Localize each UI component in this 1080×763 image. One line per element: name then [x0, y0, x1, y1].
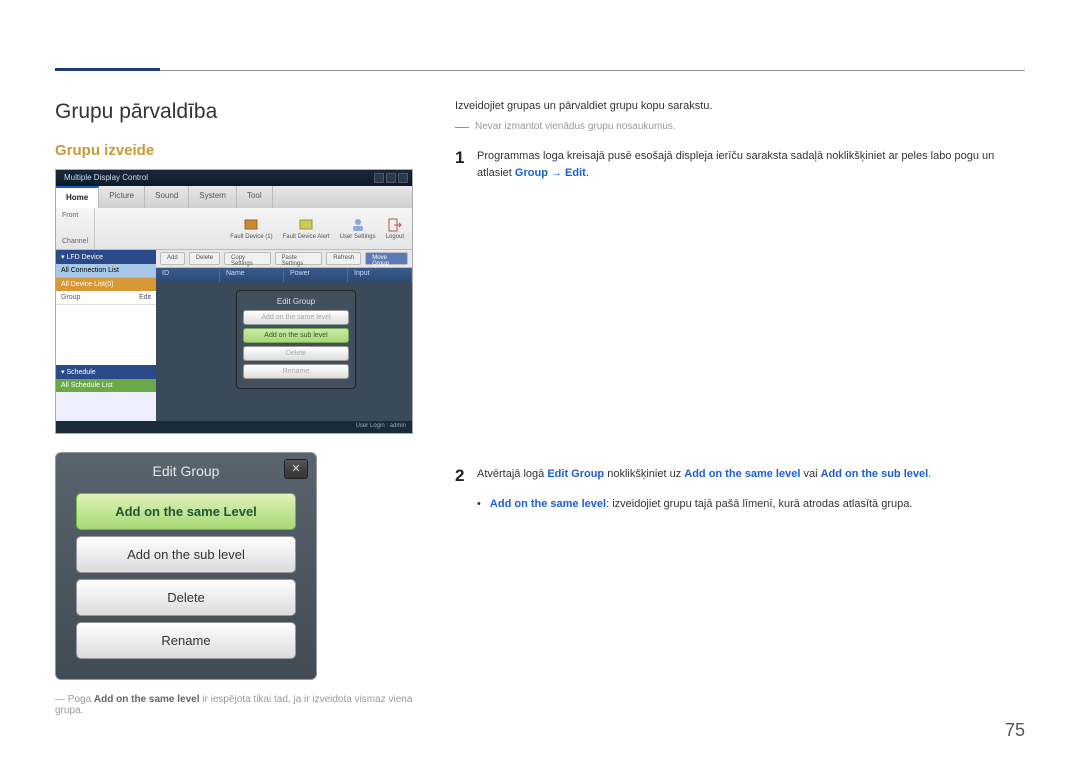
edit-group-dialog: Edit Group ✕ Add on the same Level Add o…	[55, 452, 317, 680]
dialog-title: Edit Group ✕	[56, 453, 316, 487]
step-number: 2	[455, 466, 477, 486]
status-bar: User Login : admin	[56, 421, 412, 433]
window-titlebar: Multiple Display Control	[56, 170, 412, 186]
rename-button[interactable]: Rename	[76, 622, 296, 659]
bullet-label: Add on the same level	[490, 498, 606, 510]
step2-bold1: Edit Group	[547, 468, 604, 480]
step-2: 2 Atvērtajā logā Edit Group noklikšķinie…	[455, 466, 1025, 486]
sidebar-edit-label: Edit	[139, 294, 151, 301]
sidebar-item-schedule[interactable]: All Schedule List	[56, 379, 156, 392]
toolbar-group-front: Front Channel	[56, 208, 95, 249]
toolbar: Front Channel Fault Device (1) Fault Dev…	[56, 208, 412, 250]
delete-button[interactable]: Delete	[76, 579, 296, 616]
delete-button[interactable]: Delete	[189, 252, 220, 265]
button-row: Add Delete Copy Settings Paste Settings …	[156, 250, 412, 268]
icon-label: Fault Device (1)	[230, 234, 272, 240]
note-line: ― Nevar izmantot vienādus grupu nosaukum…	[455, 118, 1025, 134]
window-title: Multiple Display Control	[64, 173, 148, 182]
step2-pre: Atvērtajā logā	[477, 468, 547, 480]
step2-mid2: vai	[800, 468, 820, 480]
column-headers: ID Name Power Input	[156, 268, 412, 282]
step2-post: .	[928, 468, 931, 480]
dialog-title-text: Edit Group	[153, 463, 220, 479]
sidebar-group-row[interactable]: Group Edit	[56, 291, 156, 305]
user-settings-icon[interactable]: User Settings	[340, 217, 376, 240]
sidebar: ▾ LFD Device All Connection List All Dev…	[56, 250, 156, 421]
top-accent	[55, 68, 160, 71]
col-id: ID	[156, 268, 220, 282]
toolbar-label: Front	[62, 212, 88, 219]
logout-icon[interactable]: Logout	[386, 217, 404, 240]
right-column: Izveidojiet grupas un pārvaldiet grupu k…	[455, 100, 1025, 513]
icon-label: Fault Device Alert	[283, 234, 330, 240]
popup-title: Edit Group	[243, 297, 349, 306]
sidebar-item-all-device[interactable]: All Device List(0)	[56, 278, 156, 291]
left-column: Grupu pārvaldība Grupu izveide Multiple …	[55, 100, 425, 716]
close-icon[interactable]	[398, 173, 408, 183]
step-body: Atvērtajā logā Edit Group noklikšķiniet …	[477, 466, 931, 486]
toolbar-label: Channel	[62, 238, 88, 245]
popup-add-sub-level[interactable]: Add on the sub level	[243, 328, 349, 343]
add-button[interactable]: Add	[160, 252, 185, 265]
note-text: Nevar izmantot vienādus grupu nosaukumus…	[475, 121, 676, 132]
tab-sound[interactable]: Sound	[145, 186, 189, 208]
step1-group-link: Group	[515, 167, 548, 179]
sidebar-item-all-conn[interactable]: All Connection List	[56, 264, 156, 278]
col-power: Power	[284, 268, 348, 282]
sidebar-spacer	[56, 305, 156, 365]
tab-picture[interactable]: Picture	[99, 186, 145, 208]
fault-alert-icon[interactable]: Fault Device Alert	[283, 217, 330, 240]
main-panel: Add Delete Copy Settings Paste Settings …	[156, 250, 412, 421]
step1-post: .	[586, 167, 589, 179]
sidebar-header-lfd[interactable]: ▾ LFD Device	[56, 250, 156, 264]
step2-bold3: Add on the sub level	[821, 468, 929, 480]
bullet-item: • Add on the same level: izveidojiet gru…	[477, 496, 1025, 513]
popup-add-same-level[interactable]: Add on the same level	[243, 310, 349, 325]
popup-rename[interactable]: Rename	[243, 364, 349, 379]
step-body: Programmas loga kreisajā pusē esošajā di…	[477, 148, 1025, 181]
sidebar-group-label: Group	[61, 294, 80, 301]
tab-tool[interactable]: Tool	[237, 186, 273, 208]
app-body: ▾ LFD Device All Connection List All Dev…	[56, 250, 412, 421]
intro-text: Izveidojiet grupas un pārvaldiet grupu k…	[455, 100, 1025, 112]
col-name: Name	[220, 268, 284, 282]
copy-settings-button[interactable]: Copy Settings	[224, 252, 271, 265]
top-rule	[55, 70, 1025, 71]
col-input: Input	[348, 268, 412, 282]
page-title: Grupu pārvaldība	[55, 100, 425, 124]
app-screenshot: Multiple Display Control Home Picture So…	[55, 169, 413, 434]
footnote: ― Poga Add on the same level ir iespējot…	[55, 694, 425, 716]
footnote-pre: Poga	[68, 694, 94, 705]
step-1: 1 Programmas loga kreisajā pusē esošajā …	[455, 148, 1025, 181]
toolbar-icons: Fault Device (1) Fault Device Alert User…	[222, 208, 412, 249]
max-icon[interactable]	[386, 173, 396, 183]
step1-edit-link: → Edit	[548, 167, 586, 179]
step2-bold2: Add on the same level	[684, 468, 800, 480]
edit-group-popup: Edit Group Add on the same level Add on …	[236, 290, 356, 389]
icon-label: Logout	[386, 234, 404, 240]
step2-mid1: noklikšķiniet uz	[604, 468, 684, 480]
tab-home[interactable]: Home	[56, 186, 99, 208]
window-controls	[374, 173, 408, 183]
bullet-dot-icon: •	[477, 498, 481, 510]
footnote-bold: Add on the same level	[94, 694, 200, 705]
tab-bar: Home Picture Sound System Tool	[56, 186, 412, 208]
tab-system[interactable]: System	[189, 186, 237, 208]
add-sub-level-button[interactable]: Add on the sub level	[76, 536, 296, 573]
section-title: Grupu izveide	[55, 142, 425, 159]
min-icon[interactable]	[374, 173, 384, 183]
note-dash-icon: ―	[455, 118, 469, 134]
bullet-tail: : izveidojiet grupu tajā pašā līmenī, ku…	[606, 498, 912, 510]
refresh-button[interactable]: Refresh	[326, 252, 361, 265]
paste-settings-button[interactable]: Paste Settings	[275, 252, 323, 265]
page-number: 75	[1005, 720, 1025, 741]
fault-device-icon[interactable]: Fault Device (1)	[230, 217, 272, 240]
icon-label: User Settings	[340, 234, 376, 240]
close-button[interactable]: ✕	[284, 459, 308, 479]
move-group-button[interactable]: Move Group	[365, 252, 408, 265]
popup-delete[interactable]: Delete	[243, 346, 349, 361]
sidebar-header-schedule[interactable]: ▾ Schedule	[56, 365, 156, 379]
step-number: 1	[455, 148, 477, 181]
add-same-level-button[interactable]: Add on the same Level	[76, 493, 296, 530]
